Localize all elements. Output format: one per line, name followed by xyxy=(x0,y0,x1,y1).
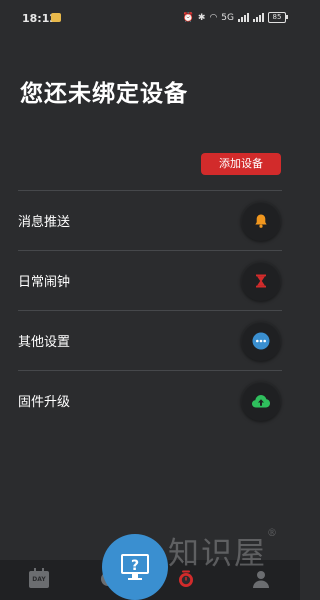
menu-item-label: 日常闹钟 xyxy=(18,275,71,290)
menu-item-daily-alarm[interactable]: 日常闹钟 xyxy=(18,250,282,310)
status-indicators: ⏰ ✱ ◠ 5G 85 xyxy=(182,12,288,23)
bluetooth-icon: ✱ xyxy=(197,12,206,23)
watermark-mark: ® xyxy=(267,528,279,539)
menu-item-message-push[interactable]: 消息推送 xyxy=(18,190,282,250)
menu-item-label: 其他设置 xyxy=(18,335,71,350)
help-badge[interactable]: ? xyxy=(102,534,168,600)
hourglass-icon xyxy=(241,260,281,301)
bell-icon xyxy=(241,200,281,241)
cloud-upload-icon xyxy=(241,380,281,421)
watermark-text: 知识屋 xyxy=(168,536,267,572)
calendar-day-icon: DAY xyxy=(29,567,49,588)
add-device-button[interactable]: 添加设备 xyxy=(201,153,281,175)
battery-icon: 85 xyxy=(268,12,288,23)
svg-text:?: ? xyxy=(131,558,139,574)
page-title: 您还未绑定设备 xyxy=(20,81,188,107)
more-dots-icon xyxy=(241,320,281,361)
wifi-icon: ◠ xyxy=(209,12,218,23)
signal-2-icon xyxy=(253,13,264,22)
menu-item-firmware-upgrade[interactable]: 固件升级 xyxy=(18,370,282,430)
watermark: 知识屋® xyxy=(168,528,279,573)
alarm-icon: ⏰ xyxy=(182,12,194,23)
notification-icon xyxy=(51,13,61,22)
network-type-label: 5G xyxy=(221,12,234,23)
help-monitor-icon: ? xyxy=(121,554,149,580)
menu-item-label: 消息推送 xyxy=(18,215,71,230)
settings-menu: 消息推送 日常闹钟 其他设置 固件升级 xyxy=(18,190,282,430)
menu-item-other-settings[interactable]: 其他设置 xyxy=(18,310,282,370)
signal-icon xyxy=(238,13,249,22)
menu-item-label: 固件升级 xyxy=(18,395,71,410)
status-bar: 18:12 ⏰ ✱ ◠ 5G 85 xyxy=(0,0,300,40)
nav-day-tab[interactable]: DAY xyxy=(27,567,51,590)
